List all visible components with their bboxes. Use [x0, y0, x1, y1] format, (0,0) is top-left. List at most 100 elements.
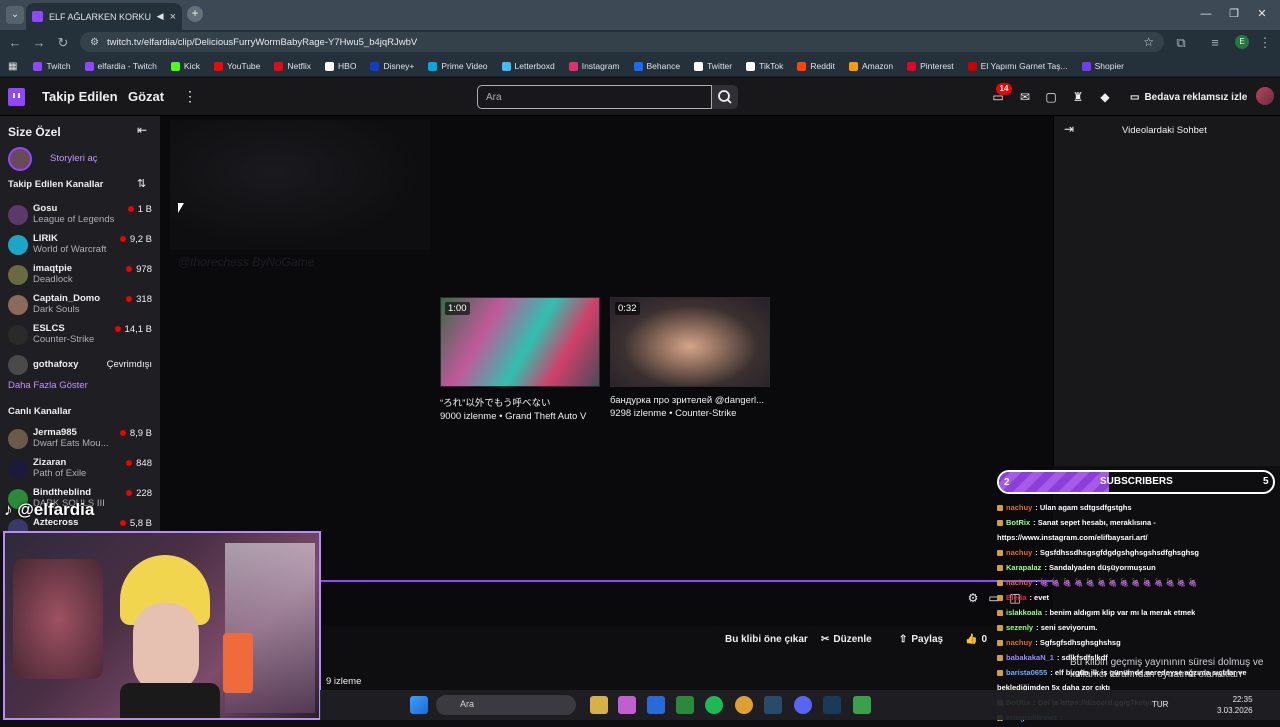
language-indicator[interactable]: TUR [1152, 700, 1168, 709]
taskbar-search[interactable]: Ara [436, 695, 576, 715]
bookmark-item[interactable]: Disney+ [364, 61, 420, 71]
video-progress-bar[interactable] [320, 580, 1053, 582]
bookmark-item[interactable]: Prime Video [422, 61, 493, 71]
windows-start-icon[interactable] [410, 696, 428, 714]
outlook-icon[interactable] [647, 696, 665, 714]
subscriber-current: 2 [1004, 477, 1010, 488]
new-tab-button[interactable]: + [187, 6, 203, 22]
overlay-chat-line: nachuy: Sgfsgfsdhsghsghshsg [997, 637, 1280, 648]
bookmark-item[interactable]: Shopier [1076, 61, 1130, 71]
tab-close-icon[interactable]: × [170, 11, 176, 23]
collapse-sidebar-icon[interactable]: ⇤ [137, 123, 147, 137]
browser-tab-active[interactable]: ELF AĞLARKEN KORKUYOR ◀ × [26, 3, 182, 30]
sidebar-channel[interactable]: gothafoxy Çevrimdışı [8, 352, 160, 380]
sidebar-channel[interactable]: Jerma985 Dwarf Eats Mou... 8,9 B [8, 426, 160, 454]
steam-icon[interactable] [764, 696, 782, 714]
share-button[interactable]: ⇧ Paylaş [892, 629, 951, 649]
media-icon[interactable]: ≡ [1206, 34, 1224, 52]
bookmark-item[interactable]: YouTube [208, 61, 266, 71]
browser-profile-avatar[interactable]: E [1235, 35, 1249, 49]
sidebar-channel[interactable]: Zizaran Path of Exile 848 [8, 456, 160, 484]
more-menu-icon[interactable]: ⋮ [183, 88, 197, 105]
minimize-button[interactable]: — [1196, 6, 1216, 22]
clip-thumbnail[interactable]: 0:32 [610, 297, 770, 387]
browser-menu-icon[interactable]: ⋮ [1256, 34, 1274, 52]
copilot-icon[interactable] [618, 696, 636, 714]
bookmark-favicon-icon [907, 61, 917, 71]
bits-icon[interactable]: ◆ [1097, 89, 1113, 105]
clip-title[interactable]: “ろれ”以外でもう呼べない [440, 395, 600, 409]
sidebar-channel[interactable]: Captain_Domo Dark Souls 318 [8, 292, 160, 320]
bookmark-item[interactable]: TikTok [740, 61, 789, 71]
subscriber-goal-fill [999, 472, 1109, 492]
collapse-chat-icon[interactable]: ⇥ [1064, 122, 1074, 136]
chat-badge-icon [997, 625, 1003, 631]
like-button[interactable]: 👍 0 [958, 629, 995, 649]
streamer-handle: ♪ @elfardia [4, 500, 95, 519]
nav-following-link[interactable]: Takip Edilen [42, 89, 118, 104]
bookmark-item[interactable]: HBO [319, 61, 362, 71]
site-info-icon[interactable]: ⚙ [90, 37, 99, 48]
nav-browse-link[interactable]: Gözat [128, 89, 164, 104]
tab-search-button[interactable]: ⌄ [6, 6, 24, 24]
bookmark-item[interactable]: Twitter [688, 61, 738, 71]
sidebar-channel[interactable]: ESLCS Counter-Strike 14,1 B [8, 322, 160, 350]
bookmark-item[interactable]: Letterboxd [496, 61, 561, 71]
bookmark-item[interactable]: Instagram [563, 61, 626, 71]
bookmark-item[interactable]: Twitch [27, 61, 76, 71]
search-input[interactable]: Ara [477, 85, 712, 109]
sidebar-channel[interactable]: LIRIK World of Warcraft 9,2 B [8, 232, 160, 260]
edit-clip-button[interactable]: ✂ Düzenle [814, 629, 879, 649]
extensions-icon[interactable]: ⧉ [1172, 34, 1190, 52]
spotify-icon[interactable] [705, 696, 723, 714]
file-explorer-icon[interactable] [590, 696, 608, 714]
apps-grid-icon[interactable]: ▦ [8, 61, 17, 72]
back-button[interactable]: ← [6, 34, 24, 52]
clip-thumbnail[interactable]: 1:00 [440, 297, 600, 387]
twitch-logo-icon[interactable] [8, 88, 25, 106]
bookmark-item[interactable]: Kick [165, 61, 206, 71]
reload-button[interactable]: ↻ [54, 34, 72, 52]
bookmark-star-icon[interactable]: ☆ [1143, 35, 1154, 49]
address-bar[interactable]: ⚙ twitch.tv/elfardia/clip/DeliciousFurry… [80, 32, 1164, 52]
bookmark-item[interactable]: Amazon [843, 61, 899, 71]
stories-link[interactable]: Storyleri aç [50, 153, 98, 164]
followed-channels-header: Takip Edilen Kanallar [8, 179, 104, 190]
bookmark-item[interactable]: Reddit [791, 61, 841, 71]
forward-button[interactable]: → [30, 34, 48, 52]
whispers-icon[interactable]: ▢ [1043, 89, 1059, 105]
streamer-webcam [3, 531, 321, 720]
xbox-icon[interactable] [676, 696, 694, 714]
chrome-icon[interactable] [735, 696, 753, 714]
chat-message: https://www.instagram.com/elifbaysari.ar… [997, 533, 1148, 542]
sort-icon[interactable]: ⇅ [137, 177, 146, 190]
sidebar-channel[interactable]: imaqtpie Deadlock 978 [8, 262, 160, 290]
stories-avatar[interactable] [8, 147, 32, 171]
ad-free-button[interactable]: ▭ Bedava reklamsız izle [1124, 86, 1253, 108]
recommended-clip-1[interactable]: 1:00 “ろれ”以外でもう呼べない 9000 izlenme • Grand … [440, 297, 600, 422]
settings-gear-icon[interactable]: ⚙ [966, 591, 980, 605]
inbox-icon[interactable]: ✉ [1017, 89, 1033, 105]
speaker-icon[interactable]: ◀ [157, 11, 164, 22]
show-more-link[interactable]: Daha Fazla Göster [8, 380, 88, 391]
clip-title[interactable]: бандурка про зрителей @dangerl... [610, 395, 770, 406]
feature-clip-button[interactable]: Bu klibi öne çıkar [718, 629, 815, 649]
sidebar-channel[interactable]: Gosu League of Legends 1 B [8, 202, 160, 230]
chat-badge-icon [997, 655, 1003, 661]
steam-icon-2[interactable] [823, 696, 841, 714]
bookmark-item[interactable]: El Yapımı Garnet Taş... [962, 61, 1074, 71]
bookmark-item[interactable]: elfardia - Twitch [79, 61, 163, 71]
bookmark-item[interactable]: Netflix [268, 61, 317, 71]
bookmark-item[interactable]: Behance [628, 61, 687, 71]
bookmark-item[interactable]: Pinterest [901, 61, 960, 71]
close-window-button[interactable]: ✕ [1252, 6, 1272, 22]
bookmark-favicon-icon [84, 61, 94, 71]
discord-icon[interactable] [794, 696, 812, 714]
prime-icon[interactable]: ♜ [1070, 89, 1086, 105]
app-icon[interactable] [853, 696, 871, 714]
system-clock[interactable]: 22:35 3.03.2026 [1217, 694, 1253, 716]
user-avatar[interactable] [1256, 87, 1274, 105]
search-button[interactable] [712, 85, 738, 109]
maximize-button[interactable]: ❐ [1224, 6, 1244, 22]
recommended-clip-2[interactable]: 0:32 бандурка про зрителей @dangerl... 9… [610, 297, 770, 419]
